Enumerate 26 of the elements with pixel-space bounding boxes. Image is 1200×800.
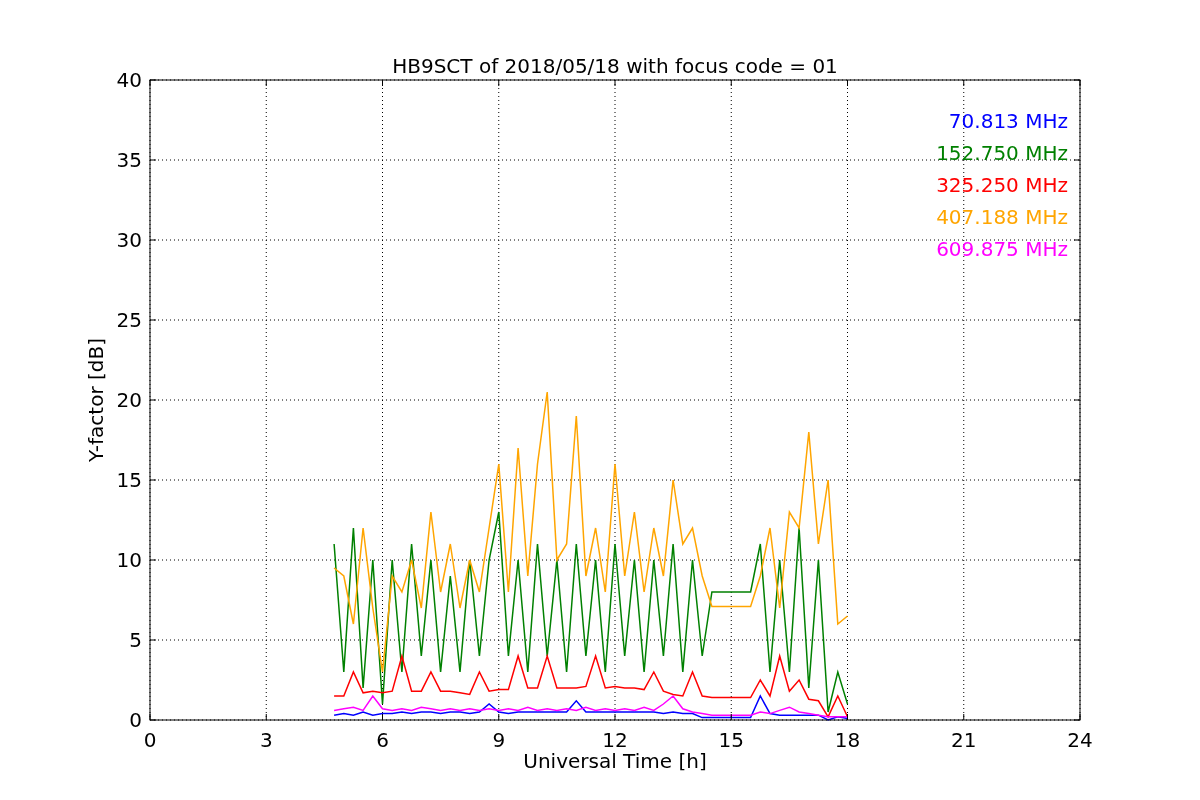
tick-label: 30 — [116, 228, 142, 252]
tick-label: 12 — [602, 728, 628, 752]
legend-label: 609.875 MHz — [936, 237, 1068, 261]
legend-label: 70.813 MHz — [948, 109, 1068, 133]
tick-label: 0 — [129, 708, 142, 732]
tick-label: 10 — [116, 548, 142, 572]
tick-label: 0 — [143, 728, 157, 752]
tick-label: 35 — [116, 148, 142, 172]
tick-label: 25 — [116, 308, 142, 332]
tick-label: 24 — [1067, 728, 1093, 752]
tick-label: 21 — [951, 728, 977, 752]
tick-label: 3 — [259, 728, 273, 752]
tick-label: 20 — [116, 388, 142, 412]
legend-label: 152.750 MHz — [936, 141, 1068, 165]
tick-label: 9 — [492, 728, 506, 752]
legend-label: 325.250 MHz — [936, 173, 1068, 197]
tick-label: 15 — [718, 728, 744, 752]
tick-label: 18 — [834, 728, 861, 752]
tick-label: 40 — [116, 68, 142, 92]
tick-label: 6 — [376, 728, 389, 752]
y-axis-label: Y-factor [dB] — [84, 338, 108, 462]
legend-label: 407.188 MHz — [936, 205, 1068, 229]
chart-title: HB9SCT of 2018/05/18 with focus code = 01 — [392, 54, 838, 78]
tick-label: 15 — [116, 468, 142, 492]
tick-label: 5 — [129, 628, 142, 652]
x-axis-label: Universal Time [h] — [523, 749, 707, 773]
